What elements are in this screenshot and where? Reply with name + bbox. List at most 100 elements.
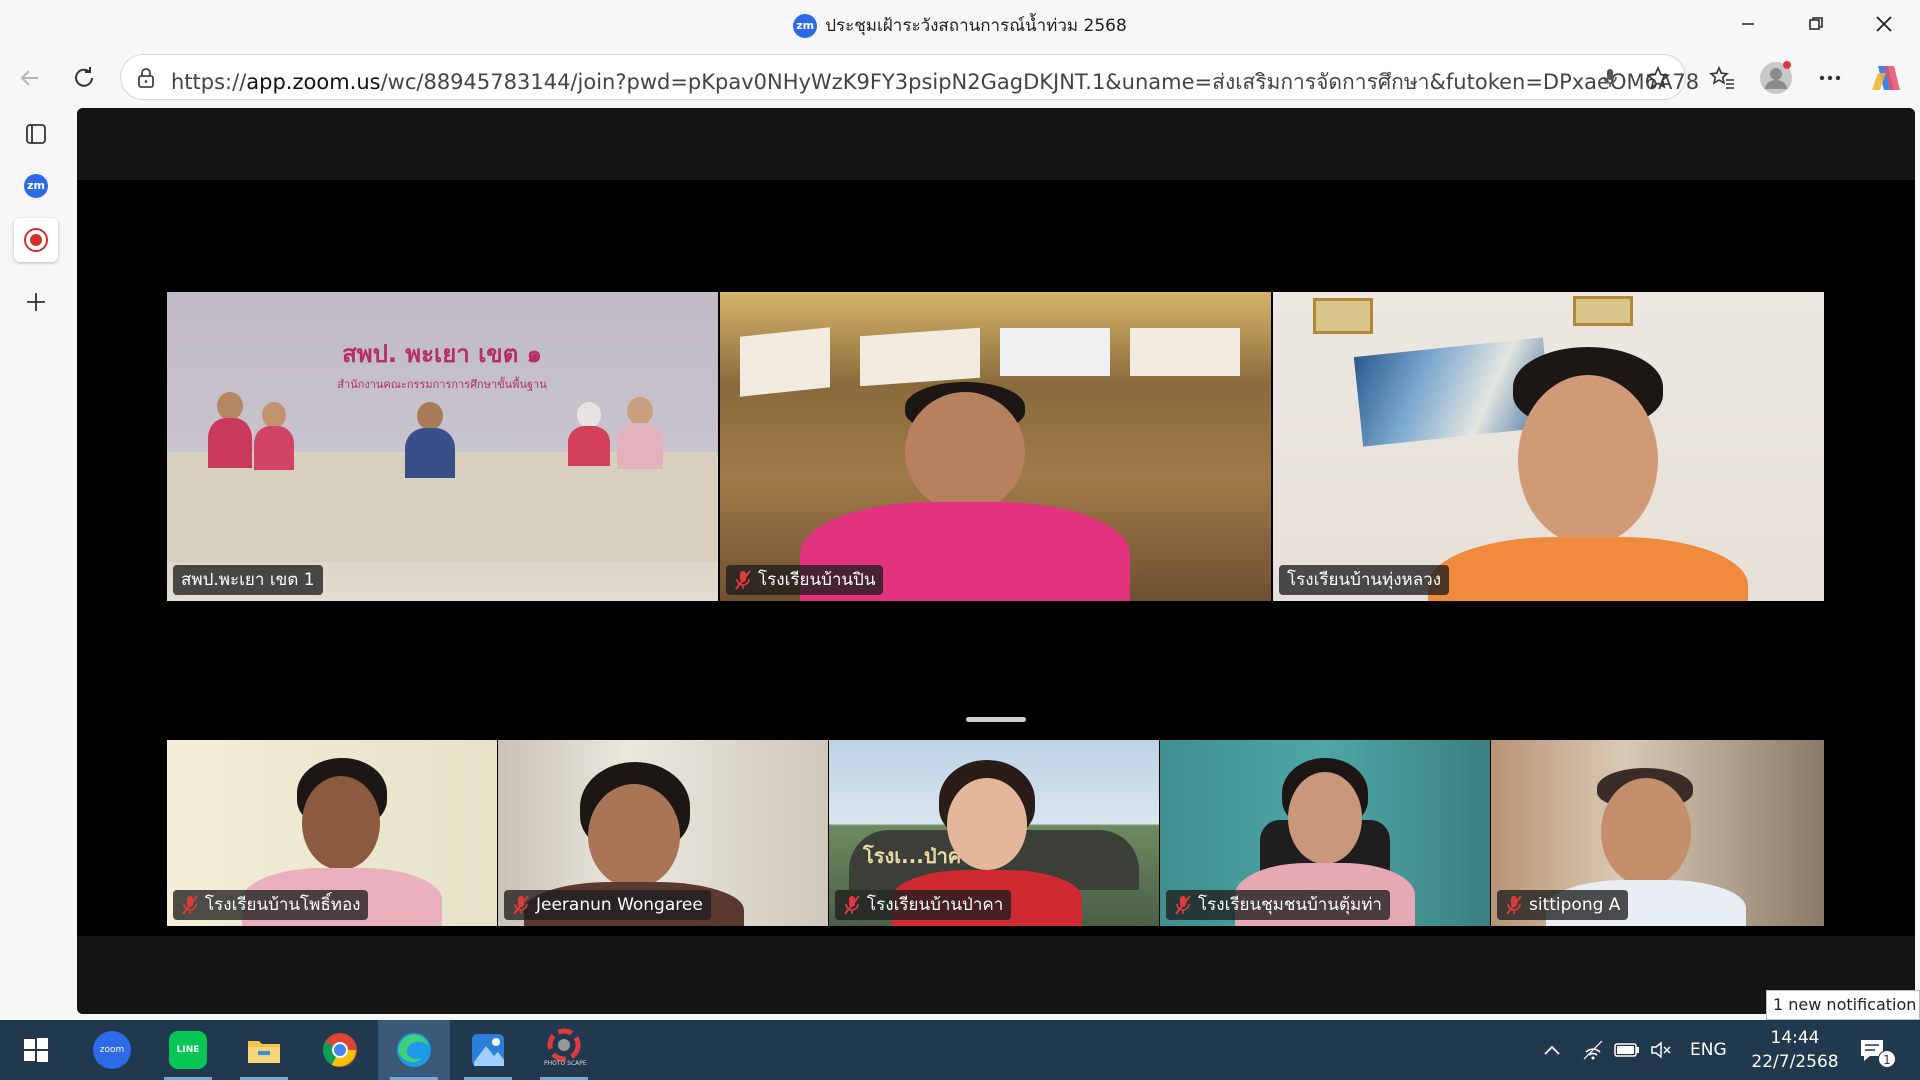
video-tile[interactable]: สพป. พะเยา เขต ๑ สำนักงานคณะกรรมการการศึ…	[167, 292, 718, 601]
taskbar-edge[interactable]	[378, 1020, 450, 1080]
participant-name-tag: โรงเรียนบ้านปิน	[726, 565, 884, 595]
zoom-app-icon: zoom	[93, 1031, 131, 1069]
taskbar-photos[interactable]	[452, 1020, 524, 1080]
window-title-bar: zm ประชุมเฝ้าระวังสถานการณ์น้ำท่วม 2568	[0, 0, 1920, 48]
video-tile[interactable]: โรงเรียนบ้านโพธิ์ทอง	[167, 740, 497, 926]
record-tab-icon	[24, 228, 48, 252]
muted-microphone-icon	[843, 895, 861, 915]
battery-status[interactable]	[1614, 1020, 1640, 1080]
taskbar-chrome[interactable]	[304, 1020, 376, 1080]
close-icon	[1876, 16, 1892, 32]
video-tile[interactable]: โรงเรียนบ้านปิน	[720, 292, 1271, 601]
folder-icon	[248, 1041, 280, 1063]
muted-microphone-icon	[512, 895, 530, 915]
minimize-button[interactable]	[1714, 0, 1782, 48]
participant-name: โรงเรียนบ้านป่าคา	[867, 895, 1004, 915]
taskbar-clock[interactable]: 14:44 22/7/2568	[1745, 1026, 1845, 1074]
copilot-button[interactable]	[1866, 58, 1906, 98]
favorite-button[interactable]	[1638, 58, 1678, 98]
settings-menu-button[interactable]	[1810, 58, 1850, 98]
close-window-button[interactable]	[1850, 0, 1918, 48]
participant-name-tag: โรงเรียนบ้านทุ่งหลวง	[1279, 565, 1450, 595]
line-app-icon: LINE	[169, 1031, 207, 1069]
video-tile[interactable]: Jeeranun Wongaree	[498, 740, 828, 926]
restore-button[interactable]	[1782, 0, 1850, 48]
address-bar[interactable]: https://app.zoom.us/wc/88945783144/join?…	[120, 54, 1701, 100]
refresh-icon	[75, 67, 93, 87]
notification-count-badge: 1	[1878, 1050, 1896, 1068]
microphone-permission-button[interactable]	[1590, 58, 1630, 98]
speaker-muted-icon	[1651, 1041, 1671, 1059]
video-tile[interactable]: โรงเ...ป่าคา โรงเรียนบ้านป่าคา	[829, 740, 1159, 926]
chrome-icon	[323, 1033, 357, 1067]
participant-name-tag: sittipong A	[1497, 890, 1629, 920]
refresh-button[interactable]	[64, 58, 104, 98]
taskbar-zoom[interactable]: zoom	[76, 1020, 148, 1080]
site-info-icon[interactable]	[135, 67, 157, 89]
profile-button[interactable]	[1756, 58, 1796, 98]
participant-name-tag: สพป.พะเยา เขต 1	[173, 565, 323, 595]
start-button[interactable]	[0, 1020, 72, 1080]
restore-icon	[1809, 17, 1823, 30]
video-tile[interactable]: โรงเรียนชุมชนบ้านตุ้มท่า	[1160, 740, 1490, 926]
record-tab[interactable]	[14, 218, 58, 262]
meeting-bottom-bar	[77, 936, 1915, 1014]
battery-icon	[1614, 1043, 1639, 1057]
url-prefix: https://	[171, 70, 247, 94]
taskbar-photoscape[interactable]: PHOTO SCAPE	[528, 1020, 600, 1080]
video-tile[interactable]: sittipong A	[1491, 740, 1824, 926]
photoscape-icon: PHOTO SCAPE	[544, 1028, 587, 1072]
arrow-left-icon	[20, 70, 38, 86]
window-title-text: ประชุมเฝ้าระวังสถานการณ์น้ำท่วม 2568	[825, 16, 1127, 36]
gallery-resize-handle[interactable]	[966, 717, 1026, 722]
tab-actions-button[interactable]	[14, 112, 58, 156]
muted-microphone-icon	[181, 895, 199, 915]
favorites-button[interactable]	[1702, 58, 1742, 98]
notification-text: 1 new notification	[1773, 995, 1917, 1014]
url-path: /wc/88945783144/join?pwd=pKpav0NHyWzK9FY…	[380, 70, 1701, 94]
microphone-icon	[1603, 69, 1617, 87]
language-label: ENG	[1690, 1040, 1727, 1060]
photoscape-label: PHOTO SCAPE	[544, 1060, 587, 1067]
vertical-tab-strip: zm	[0, 108, 72, 1018]
show-hidden-icons-button[interactable]	[1542, 1020, 1562, 1080]
participant-name: โรงเรียนบ้านปิน	[758, 570, 876, 590]
clock-date: 22/7/2568	[1751, 1052, 1839, 1072]
tab-actions-icon	[26, 124, 46, 144]
participant-name-tag: Jeeranun Wongaree	[504, 890, 711, 920]
participant-name-tag: โรงเรียนบ้านป่าคา	[835, 890, 1012, 920]
new-tab-button[interactable]	[14, 280, 58, 324]
more-icon	[1819, 75, 1841, 81]
home-wall-scene	[1273, 292, 1824, 601]
minimize-icon	[1742, 23, 1754, 25]
conference-room-scene: สพป. พะเยา เขต ๑ สำนักงานคณะกรรมการการศึ…	[167, 292, 718, 601]
url-host: app.zoom.us	[246, 70, 381, 94]
office-wall-scene	[720, 292, 1271, 601]
network-status[interactable]	[1582, 1020, 1604, 1080]
url-text: https://app.zoom.us/wc/88945783144/join?…	[171, 66, 1701, 99]
windows-taskbar: zoom LINE PHOTO SCAPE ENG 14:44 22/7/256…	[0, 1020, 1920, 1080]
office-sign: สพป. พะเยา เขต ๑ สำนักงานคณะกรรมการการศึ…	[307, 304, 577, 394]
volume-control[interactable]	[1650, 1020, 1674, 1080]
active-speaker-tile[interactable]: โรงเรียนบ้านทุ่งหลวง	[1273, 292, 1824, 601]
muted-microphone-icon	[734, 570, 752, 590]
taskbar-line[interactable]: LINE	[152, 1020, 224, 1080]
clock-time: 14:44	[1770, 1028, 1820, 1048]
muted-microphone-icon	[1174, 895, 1192, 915]
back-button[interactable]	[10, 58, 50, 98]
zoom-tab[interactable]: zm	[14, 164, 58, 208]
notification-toast[interactable]: 1 new notification	[1766, 990, 1920, 1020]
add-tab-icon	[27, 293, 45, 311]
participant-name: โรงเรียนบ้านโพธิ์ทอง	[205, 895, 361, 915]
participant-name-tag: โรงเรียนชุมชนบ้านตุ้มท่า	[1166, 890, 1390, 920]
meeting-top-bar	[77, 108, 1915, 180]
taskbar-file-explorer[interactable]	[228, 1020, 300, 1080]
participant-name: สพป.พะเยา เขต 1	[181, 570, 315, 590]
participant-name-tag: โรงเรียนบ้านโพธิ์ทอง	[173, 890, 369, 920]
avatar-icon	[1760, 61, 1792, 94]
windows-logo-icon	[24, 1038, 48, 1062]
input-language[interactable]: ENG	[1690, 1020, 1727, 1080]
participant-name: โรงเรียนบ้านทุ่งหลวง	[1287, 570, 1442, 590]
action-center-button[interactable]: 1	[1856, 1020, 1896, 1080]
browser-toolbar: https://app.zoom.us/wc/88945783144/join?…	[0, 48, 1920, 108]
